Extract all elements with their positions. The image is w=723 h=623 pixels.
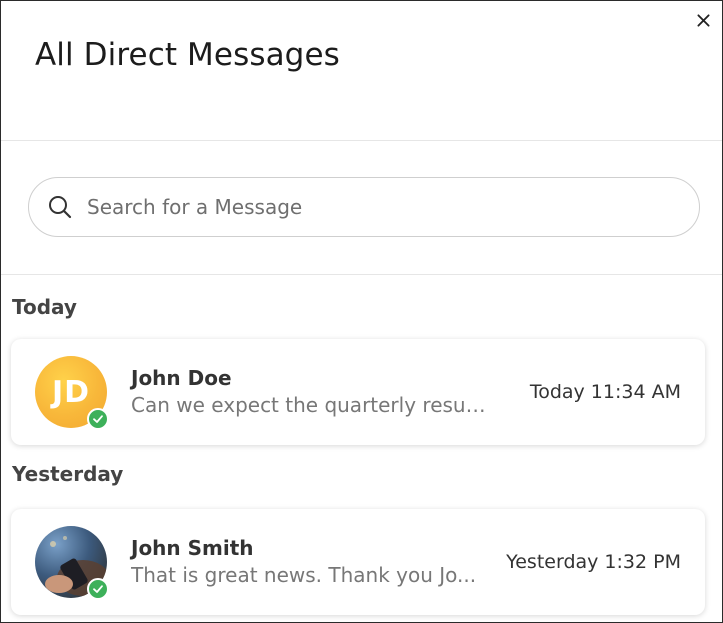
close-button[interactable] — [692, 9, 714, 31]
message-list: Today JD John Doe Can we expect the quar… — [1, 295, 722, 615]
avatar — [35, 526, 109, 600]
message-item[interactable]: John Smith That is great news. Thank you… — [11, 509, 705, 615]
message-body: John Doe Can we expect the quarterly res… — [131, 365, 520, 419]
message-preview: Can we expect the quarterly result... — [131, 393, 491, 417]
message-time: Today 11:34 AM — [529, 381, 681, 403]
search-area — [1, 141, 722, 275]
search-input[interactable] — [87, 195, 647, 219]
message-preview: That is great news. Thank you Jo... — [131, 563, 477, 587]
search-icon — [47, 194, 73, 220]
section-label-today: Today — [12, 295, 77, 319]
avatar: JD — [35, 356, 109, 430]
dialog-header: All Direct Messages — [1, 1, 722, 141]
sender-name: John Smith — [131, 536, 254, 560]
close-icon — [696, 13, 710, 27]
direct-messages-dialog: All Direct Messages Today JD John Doe — [0, 0, 723, 623]
message-item[interactable]: JD John Doe Can we expect the quarterly … — [11, 339, 705, 445]
message-time: Yesterday 1:32 PM — [506, 551, 681, 573]
message-body: John Smith That is great news. Thank you… — [131, 535, 496, 589]
search-box[interactable] — [28, 177, 700, 237]
online-status-icon — [87, 408, 109, 430]
online-status-icon — [87, 578, 109, 600]
sender-name: John Doe — [131, 366, 232, 390]
dialog-title: All Direct Messages — [35, 37, 340, 73]
section-label-yesterday: Yesterday — [12, 462, 124, 486]
